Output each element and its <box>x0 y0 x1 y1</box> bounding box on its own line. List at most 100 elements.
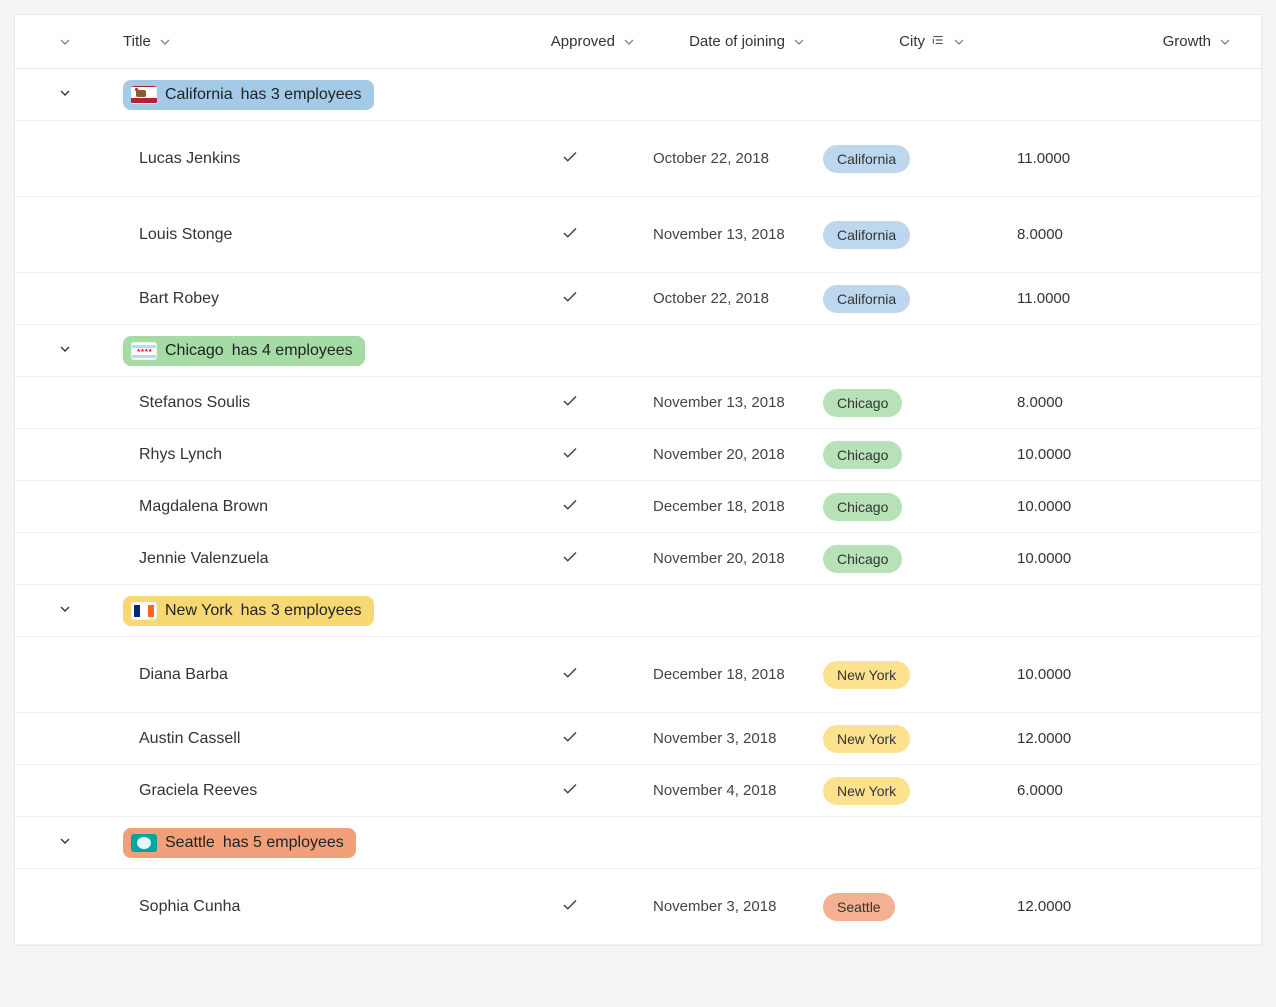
group-row-seattle: Seattle has 5 employees <box>15 817 1261 869</box>
city-pill: New York <box>823 725 910 753</box>
cell-growth: 11.0000 <box>975 142 1261 175</box>
cell-title: Bart Robey <box>115 282 495 316</box>
header-city[interactable]: City <box>815 33 975 51</box>
flag-icon <box>131 86 157 104</box>
flag-icon <box>131 342 157 360</box>
cell-date: November 20, 2018 <box>645 542 815 575</box>
city-pill: Seattle <box>823 893 895 921</box>
group-name: New York <box>165 602 233 620</box>
header-date-label: Date of joining <box>689 33 785 50</box>
table-row[interactable]: Stefanos SoulisNovember 13, 2018Chicago8… <box>15 377 1261 429</box>
city-pill: Chicago <box>823 493 902 521</box>
header-approved[interactable]: Approved <box>495 33 645 50</box>
cell-date: November 13, 2018 <box>645 218 815 251</box>
chevron-down-icon <box>1217 34 1233 50</box>
check-icon <box>561 896 579 918</box>
table-row[interactable]: Graciela ReevesNovember 4, 2018New York6… <box>15 765 1261 817</box>
group-badge-california[interactable]: California has 3 employees <box>123 80 374 110</box>
cell-city: New York <box>815 653 975 697</box>
cell-city: Chicago <box>815 381 975 425</box>
group-count: has 3 employees <box>241 602 362 620</box>
cell-city: California <box>815 277 975 321</box>
header-growth[interactable]: Growth <box>975 33 1261 50</box>
table-row[interactable]: Louis StongeNovember 13, 2018California8… <box>15 197 1261 273</box>
header-approved-label: Approved <box>551 33 615 50</box>
cell-title: Rhys Lynch <box>115 438 495 472</box>
cell-growth: 11.0000 <box>975 282 1261 315</box>
group-row-california: California has 3 employees <box>15 69 1261 121</box>
cell-approved <box>495 888 645 926</box>
cell-growth: 12.0000 <box>975 722 1261 755</box>
group-count: has 5 employees <box>223 834 344 852</box>
table-row[interactable]: Diana BarbaDecember 18, 2018New York10.0… <box>15 637 1261 713</box>
chevron-down-icon <box>57 85 73 105</box>
cell-title: Graciela Reeves <box>115 774 495 808</box>
check-icon <box>561 664 579 686</box>
city-pill: California <box>823 221 910 249</box>
table-row[interactable]: Rhys LynchNovember 20, 2018Chicago10.000… <box>15 429 1261 481</box>
cell-growth: 10.0000 <box>975 490 1261 523</box>
city-pill: Chicago <box>823 441 902 469</box>
table-row[interactable]: Magdalena BrownDecember 18, 2018Chicago1… <box>15 481 1261 533</box>
table-body: California has 3 employeesLucas JenkinsO… <box>15 69 1261 945</box>
cell-date: November 4, 2018 <box>645 774 815 807</box>
cell-approved <box>495 216 645 254</box>
check-icon <box>561 148 579 170</box>
group-badge-newyork[interactable]: New York has 3 employees <box>123 596 374 626</box>
cell-growth: 8.0000 <box>975 386 1261 419</box>
check-icon <box>561 224 579 246</box>
cell-city: Chicago <box>815 433 975 477</box>
cell-approved <box>495 488 645 526</box>
table-row[interactable]: Austin Cassell November 3, 2018 New York 12… <box>15 713 1261 765</box>
table-header-row: Title Approved Date of joining City <box>15 15 1261 69</box>
header-title[interactable]: Title <box>115 33 495 50</box>
cell-growth: 10.0000 <box>975 438 1261 471</box>
cell-growth: 10.0000 <box>975 542 1261 575</box>
group-toggle[interactable] <box>15 341 115 361</box>
header-date[interactable]: Date of joining <box>645 33 815 50</box>
cell-approved <box>495 280 645 318</box>
cell-city: Seattle <box>815 885 975 929</box>
table-row[interactable]: Sophia CunhaNovember 3, 2018Seattle12.00… <box>15 869 1261 945</box>
cell-city: New York <box>815 717 975 761</box>
chevron-down-icon <box>57 34 73 50</box>
city-pill: California <box>823 285 910 313</box>
flag-icon <box>131 834 157 852</box>
cell-date: October 22, 2018 <box>645 142 815 175</box>
check-icon <box>561 496 579 518</box>
cell-date: December 18, 2018 <box>645 658 815 691</box>
cell-growth: 10.0000 <box>975 658 1261 691</box>
chevron-down-icon <box>57 341 73 361</box>
cell-date: November 3, 2018 <box>645 722 815 755</box>
header-expand-all[interactable] <box>15 34 115 50</box>
group-badge-chicago[interactable]: Chicago has 4 employees <box>123 336 365 366</box>
cell-growth: 8.0000 <box>975 218 1261 251</box>
city-pill: New York <box>823 777 910 805</box>
city-pill: Chicago <box>823 545 902 573</box>
header-growth-label: Growth <box>1163 33 1211 50</box>
cell-approved <box>495 540 645 578</box>
group-toggle[interactable] <box>15 85 115 105</box>
group-count: has 4 employees <box>232 342 353 360</box>
cell-approved <box>495 140 645 178</box>
cell-growth: 12.0000 <box>975 890 1261 923</box>
city-pill: California <box>823 145 910 173</box>
check-icon <box>561 288 579 310</box>
group-badge-seattle[interactable]: Seattle has 5 employees <box>123 828 356 858</box>
cell-city: New York <box>815 769 975 813</box>
group-row-chicago: Chicago has 4 employees <box>15 325 1261 377</box>
table-row[interactable]: Jennie Valenzuela November 20, 2018 Chicag… <box>15 533 1261 585</box>
table-row[interactable]: Bart RobeyOctober 22, 2018California11.0… <box>15 273 1261 325</box>
cell-title: Austin Cassell <box>115 722 495 756</box>
check-icon <box>561 728 579 750</box>
cell-title: Magdalena Brown <box>115 490 495 524</box>
group-name: Chicago <box>165 342 224 360</box>
chevron-down-icon <box>951 34 967 50</box>
group-name: Seattle <box>165 834 215 852</box>
group-toggle[interactable] <box>15 601 115 621</box>
group-count: has 3 employees <box>241 86 362 104</box>
cell-title: Jennie Valenzuela <box>115 542 495 576</box>
group-toggle[interactable] <box>15 833 115 853</box>
cell-approved <box>495 384 645 422</box>
table-row[interactable]: Lucas JenkinsOctober 22, 2018California1… <box>15 121 1261 197</box>
